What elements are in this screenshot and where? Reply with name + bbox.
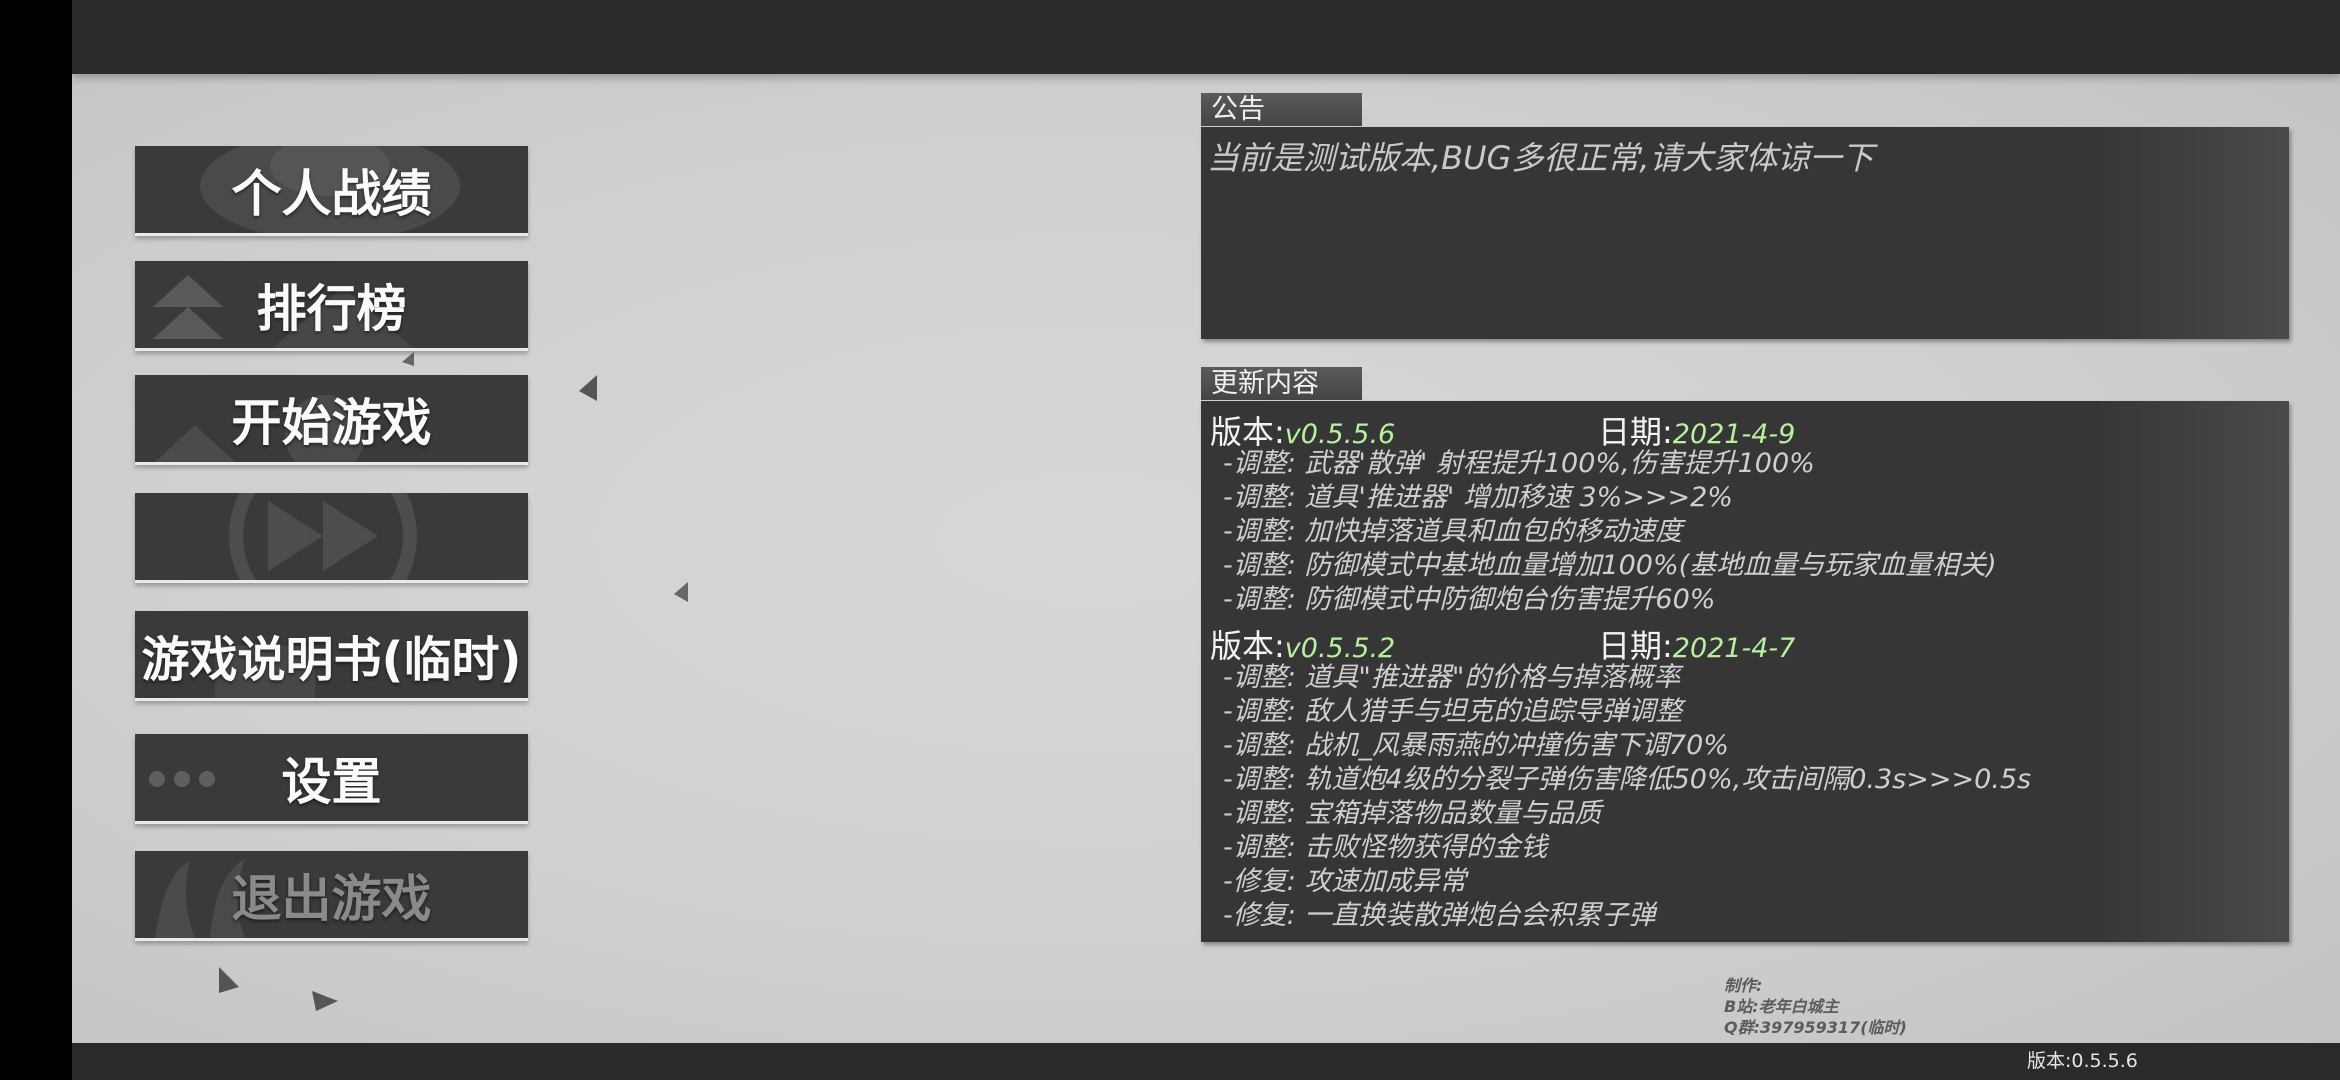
change-item: -修复: 攻速加成异常 [1223,866,1467,897]
updates-tab: 更新内容 [1201,367,1362,400]
personal-stats-label: 个人战绩 [231,164,432,223]
decor-triangle [312,991,338,1011]
change-item: -修复: 一直换装散弹炮台会积累子弹 [1223,900,1656,931]
leaderboard-label: 排行榜 [256,279,407,338]
change-item: -调整: 战机_风暴雨燕的冲撞伤害下调70% [1223,730,1729,761]
version-header: 版本:v0.5.5.6 日期:2021-4-9 [1210,407,2279,451]
settings-label: 设置 [281,752,382,811]
notice-text: 当前是测试版本,BUG多很正常,请大家体谅一下 [1207,139,1874,177]
leaderboard-button[interactable]: 排行榜 [135,261,528,351]
top-bar [72,0,2340,74]
date-value: 2021-4-7 [1672,633,1796,664]
version-key: 版本: [1210,413,1285,451]
fast-forward-button[interactable] [135,493,528,583]
quit-game-label: 退出游戏 [231,869,432,928]
start-game-label: 开始游戏 [231,393,432,452]
credits-line: Q群:397959317(临时) [1724,1018,1907,1037]
credits-line: B站:老年白城主 [1724,997,1839,1016]
change-item: -调整: 加快掉落道具和血包的移动速度 [1223,516,1683,547]
game-manual-label: 游戏说明书(临时) [141,631,522,688]
personal-stats-button[interactable]: 个人战绩 [135,146,528,236]
credits-line: 制作: [1724,976,1763,995]
updates-panel: 版本:v0.5.5.6 日期:2021-4-9 -调整: 武器'散弹' 射程提升10… [1201,401,2289,942]
notice-panel: 当前是测试版本,BUG多很正常,请大家体谅一下 [1201,127,2289,339]
bottom-bar [72,1043,2340,1080]
date-key: 日期: [1598,627,1673,665]
quit-game-button[interactable]: 退出游戏 [135,851,528,941]
version-header: 版本:v0.5.5.2 日期:2021-4-7 [1210,621,2279,665]
version-footer: 版本:0.5.5.6 [2027,1050,2138,1072]
decor-triangle [674,582,688,602]
change-item: -调整: 敌人猎手与坦克的追踪导弹调整 [1223,696,1683,727]
date-block: 日期:2021-4-9 [1598,407,1795,453]
change-item: -调整: 道具'推进器' 增加移速 3%>>>2% [1223,482,1733,513]
fast-forward-icon [229,493,417,580]
game-manual-button[interactable]: 游戏说明书(临时) [135,611,528,701]
version-value: v0.5.5.6 [1284,419,1396,450]
notice-tab: 公告 [1201,93,1362,126]
credits: 制作: B站:老年白城主 Q群:397959317(临时) [1724,975,1907,1038]
settings-button[interactable]: 设置 [135,734,528,824]
date-value: 2021-4-9 [1672,419,1796,450]
change-item: -调整: 轨道炮4级的分裂子弹伤害降低50%,攻击间隔0.3s>>>0.5s [1223,764,2032,795]
version-value: v0.5.5.2 [1284,633,1396,664]
decor-triangle [402,352,414,366]
change-item: -调整: 防御模式中基地血量增加100%(基地血量与玩家血量相关) [1223,550,1997,581]
ellipsis-icon [149,771,215,787]
date-block: 日期:2021-4-7 [1598,621,1795,667]
decor-triangle [579,375,597,401]
version-key: 版本: [1210,627,1285,665]
change-item: -调整: 宝箱掉落物品数量与品质 [1223,798,1602,829]
game-screen: 个人战绩 排行榜 开始游戏 游戏说明书(临时) 设置 退出游戏 公告 当前是测试… [72,0,2340,1080]
start-game-button[interactable]: 开始游戏 [135,375,528,465]
decor-triangle [219,967,239,993]
change-item: -调整: 防御模式中防御炮台伤害提升60% [1223,584,1716,615]
update-log: 版本:v0.5.5.6 日期:2021-4-9 -调整: 武器'散弹' 射程提升10… [1210,407,2279,933]
date-key: 日期: [1598,413,1673,451]
change-item: -调整: 击败怪物获得的金钱 [1223,832,1548,863]
